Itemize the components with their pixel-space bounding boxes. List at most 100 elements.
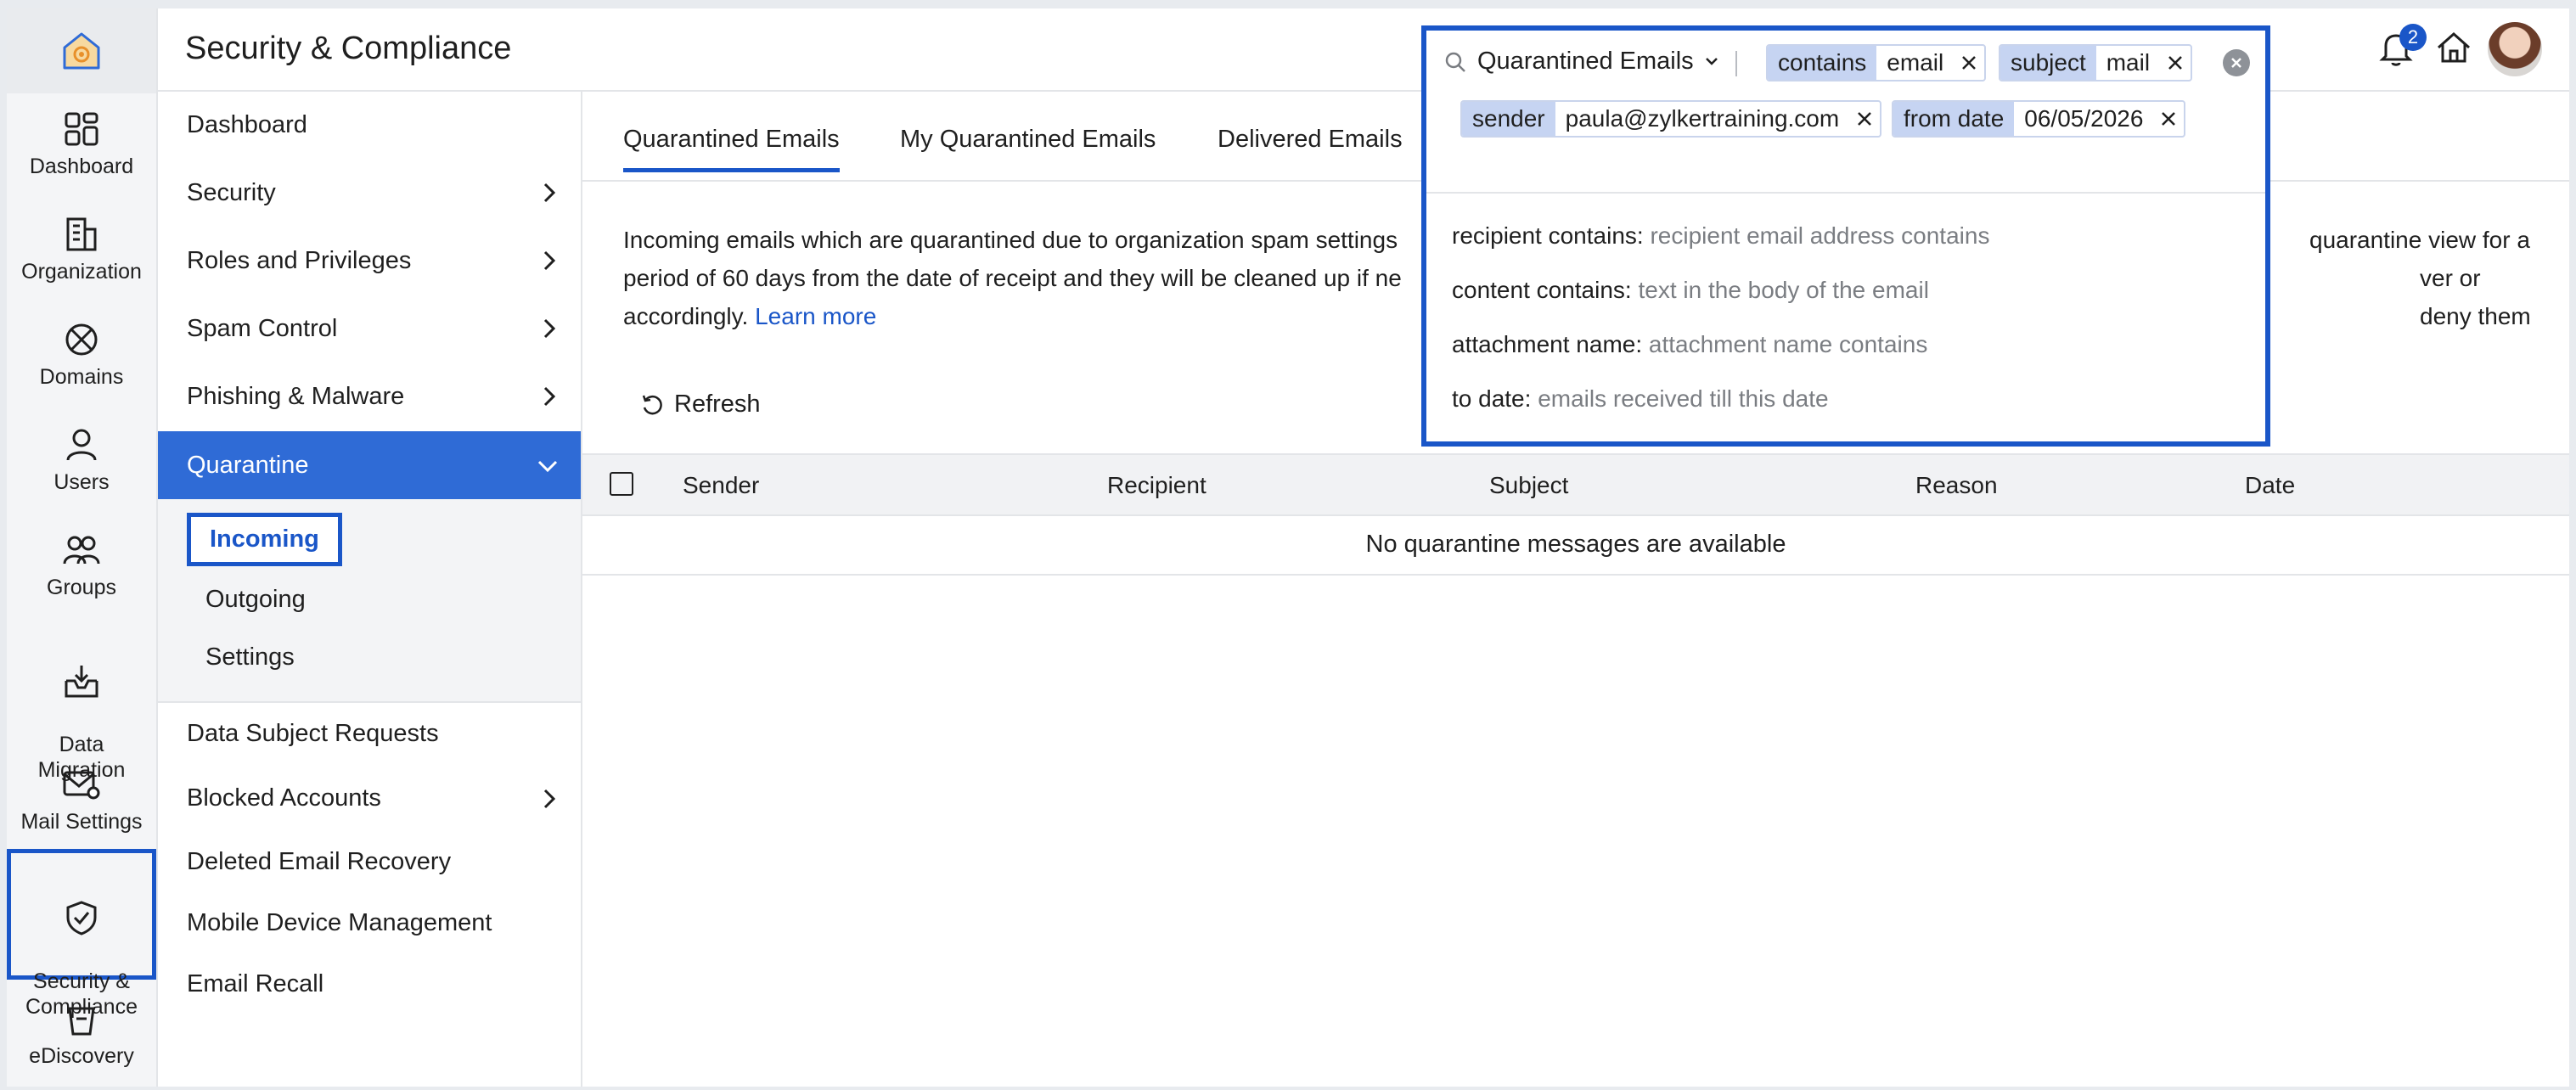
rail-item-security-compliance[interactable]: Security & Compliance — [7, 849, 156, 1019]
learn-more-link[interactable]: Learn more — [755, 303, 876, 329]
notifications-button[interactable]: 2 — [2376, 24, 2427, 72]
column-reason[interactable]: Reason — [1915, 472, 1998, 499]
chevron-right-icon — [543, 789, 556, 809]
search-scope-dropdown[interactable]: Quarantined Emails — [1443, 48, 1719, 76]
nav-label: Deleted Email Recovery — [187, 847, 452, 875]
close-icon — [1858, 112, 1872, 126]
home-button[interactable] — [2433, 27, 2474, 72]
nav-item-data-subject-requests[interactable]: Data Subject Requests — [158, 701, 581, 766]
rail-item-domains[interactable]: Domains — [7, 319, 156, 390]
rail-item-mail-settings[interactable]: Mail Settings — [7, 764, 156, 834]
rail-item-dashboard[interactable]: Dashboard — [7, 109, 156, 179]
rail-item-groups[interactable]: Groups — [7, 530, 156, 600]
tab-quarantined-emails[interactable]: Quarantined Emails — [623, 126, 840, 172]
empty-state-message: No quarantine messages are available — [582, 514, 2569, 576]
remove-chip-button[interactable] — [1954, 46, 1984, 80]
suggestion-to-date[interactable]: to date: emails received till this date — [1452, 385, 1829, 413]
search-scope-label: Quarantined Emails — [1477, 48, 1694, 75]
suggestion-key: to date: — [1452, 385, 1532, 412]
tab-delivered-emails[interactable]: Delivered Emails — [1218, 126, 1403, 154]
chip-key: contains — [1768, 46, 1877, 80]
clear-search-button[interactable] — [2223, 49, 2250, 76]
column-subject[interactable]: Subject — [1489, 472, 1568, 499]
rail-item-organization[interactable]: Organization — [7, 214, 156, 284]
nav-item-phishing-malware[interactable]: Phishing & Malware — [158, 363, 581, 430]
home-icon — [2438, 31, 2470, 63]
user-avatar[interactable] — [2488, 22, 2542, 76]
column-recipient[interactable]: Recipient — [1107, 472, 1206, 499]
rail-label: eDiscovery — [29, 1044, 134, 1068]
column-sender[interactable]: Sender — [683, 472, 759, 499]
chevron-right-icon — [543, 250, 556, 271]
suggestion-hint: emails received till this date — [1538, 385, 1829, 412]
chevron-right-icon — [543, 318, 556, 339]
chip-value: 06/05/2026 — [2024, 105, 2144, 132]
remove-chip-button[interactable] — [2153, 102, 2184, 136]
refresh-button[interactable]: Refresh — [640, 390, 761, 419]
subnav-item-incoming[interactable]: Incoming — [187, 513, 342, 566]
notification-count-badge: 2 — [2399, 24, 2427, 51]
chip-value: email — [1887, 49, 1944, 76]
subnav-item-outgoing[interactable]: Outgoing — [205, 586, 306, 614]
suggestion-content-contains[interactable]: content contains: text in the body of th… — [1452, 277, 1929, 304]
description-line1-end: quarantine view for a — [2309, 227, 2530, 253]
mail-admin-logo-icon — [63, 32, 100, 70]
nav-label: Spam Control — [187, 314, 338, 342]
chevron-down-icon — [537, 460, 558, 473]
chip-value: paula@zylkertraining.com — [1565, 105, 1840, 132]
description-line3: accordingly. — [623, 303, 749, 329]
rail-label: Dashboard — [29, 155, 134, 178]
nav-item-spam-control[interactable]: Spam Control — [158, 295, 581, 362]
app-logo[interactable] — [7, 8, 156, 93]
filter-chip-subject[interactable]: subject mail — [1999, 44, 2193, 81]
remove-chip-button[interactable] — [1849, 102, 1880, 136]
description-line1: Incoming emails which are quarantined du… — [623, 227, 1398, 253]
nav-item-mobile-device-management[interactable]: Mobile Device Management — [158, 893, 581, 952]
description-line2-end: ver or deny them — [2420, 265, 2531, 329]
page-title: Security & Compliance — [185, 31, 512, 66]
rail-item-ediscovery[interactable]: eDiscovery — [7, 998, 156, 1069]
select-all-checkbox[interactable] — [610, 472, 633, 496]
nav-item-blocked-accounts[interactable]: Blocked Accounts — [158, 766, 581, 830]
nav-item-dashboard[interactable]: Dashboard — [158, 92, 581, 158]
filter-chip-contains[interactable]: contains email — [1766, 44, 1987, 81]
suggestion-hint: recipient email address contains — [1650, 222, 1990, 249]
groups-icon — [63, 536, 100, 565]
advanced-search-panel: Quarantined Emails contains email subjec… — [1421, 25, 2270, 447]
close-icon — [2162, 112, 2176, 126]
rail-label: Groups — [47, 576, 116, 599]
suggestion-key: content contains: — [1452, 277, 1632, 303]
suggestion-recipient-contains[interactable]: recipient contains: recipient email addr… — [1452, 222, 1989, 250]
data-migration-icon — [65, 666, 98, 698]
subnav-item-settings[interactable]: Settings — [205, 643, 295, 671]
chevron-right-icon — [543, 183, 556, 203]
nav-item-quarantine[interactable]: Quarantine — [158, 431, 581, 499]
close-icon — [1962, 56, 1977, 70]
shield-check-icon — [66, 901, 97, 935]
clear-icon — [2231, 58, 2241, 68]
rail-label: Organization — [21, 260, 142, 284]
icon-rail: Dashboard Organization Domains Users Gro… — [7, 8, 158, 1087]
suggestion-attachment-name[interactable]: attachment name: attachment name contain… — [1452, 331, 1927, 358]
nav-item-roles-privileges[interactable]: Roles and Privileges — [158, 228, 581, 294]
organization-icon — [66, 217, 97, 251]
filter-chip-from-date[interactable]: from date 06/05/2026 — [1892, 100, 2186, 138]
app-window: Dashboard Organization Domains Users Gro… — [7, 8, 2569, 1087]
nav-label: Email Recall — [187, 969, 324, 997]
filter-chip-sender[interactable]: sender paula@zylkertraining.com — [1460, 100, 1882, 138]
search-query-area[interactable]: Quarantined Emails contains email subjec… — [1426, 31, 2265, 194]
tab-my-quarantined-emails[interactable]: My Quarantined Emails — [900, 126, 1156, 154]
rail-item-users[interactable]: Users — [7, 424, 156, 495]
nav-label: Phishing & Malware — [187, 382, 405, 410]
nav-item-email-recall[interactable]: Email Recall — [158, 952, 581, 1015]
nav-item-security[interactable]: Security — [158, 160, 581, 226]
close-icon — [2168, 56, 2182, 70]
column-date[interactable]: Date — [2245, 472, 2295, 499]
chevron-down-icon — [1705, 57, 1718, 65]
nav-label: Roles and Privileges — [187, 246, 412, 274]
nav-item-deleted-email-recovery[interactable]: Deleted Email Recovery — [158, 830, 581, 893]
remove-chip-button[interactable] — [2160, 46, 2191, 80]
mail-settings-icon — [63, 771, 100, 800]
user-icon — [66, 429, 97, 461]
description-line2: period of 60 days from the date of recei… — [623, 265, 1402, 291]
